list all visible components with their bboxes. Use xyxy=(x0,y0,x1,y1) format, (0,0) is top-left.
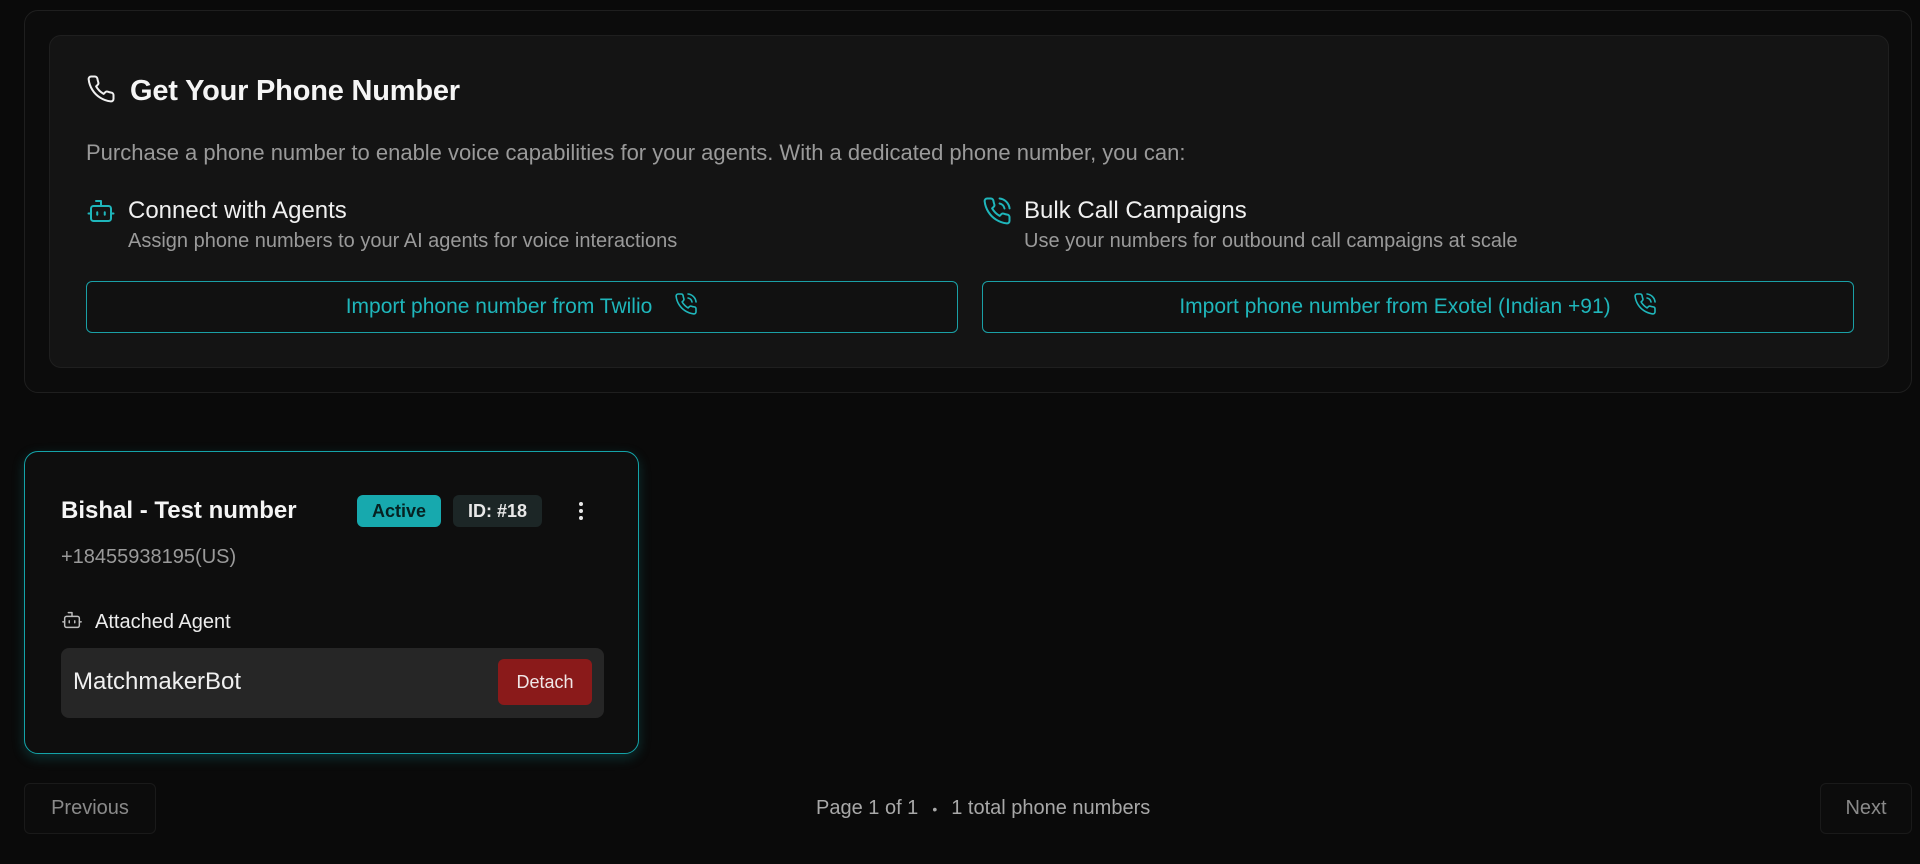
get-phone-number-card: Get Your Phone Number Purchase a phone n… xyxy=(49,35,1889,368)
kebab-dot xyxy=(579,516,583,520)
phone-call-icon xyxy=(674,292,698,322)
feature-bulk-campaigns: Bulk Call Campaigns Use your numbers for… xyxy=(982,196,1518,253)
agent-name: MatchmakerBot xyxy=(73,668,242,695)
phone-call-icon xyxy=(982,196,1012,226)
hero-description: Purchase a phone number to enable voice … xyxy=(86,140,1186,165)
detach-button[interactable]: Detach xyxy=(498,659,592,705)
attached-agent-header: Attached Agent xyxy=(61,609,231,636)
import-exotel-button[interactable]: Import phone number from Exotel (Indian … xyxy=(982,281,1854,333)
previous-button[interactable]: Previous xyxy=(24,783,156,834)
import-exotel-label: Import phone number from Exotel (Indian … xyxy=(1179,295,1611,318)
phone-icon xyxy=(86,74,116,109)
page-indicator: Page 1 of 1 xyxy=(816,797,919,819)
status-badge: Active xyxy=(357,495,442,527)
bot-icon xyxy=(61,609,83,636)
feature-title: Bulk Call Campaigns xyxy=(1024,197,1247,224)
kebab-dot xyxy=(579,509,583,513)
feature-connect-agents: Connect with Agents Assign phone numbers… xyxy=(86,196,677,253)
phone-number-value: +18455938195(US) xyxy=(61,546,237,568)
feature-subtitle: Use your numbers for outbound call campa… xyxy=(1024,230,1518,252)
next-button[interactable]: Next xyxy=(1820,783,1912,834)
hero-title-row: Get Your Phone Number xyxy=(86,74,460,109)
phone-number-name: Bishal - Test number xyxy=(61,497,297,524)
kebab-dot xyxy=(579,502,583,506)
attached-agent-label: Attached Agent xyxy=(95,611,231,633)
phone-number-card[interactable]: Bishal - Test number Active ID: #18 +184… xyxy=(24,451,639,754)
attached-agent-box: MatchmakerBot Detach xyxy=(61,648,604,718)
id-badge: ID: #18 xyxy=(453,495,543,527)
more-options-icon[interactable] xyxy=(569,497,593,525)
import-twilio-label: Import phone number from Twilio xyxy=(345,295,653,318)
feature-title: Connect with Agents xyxy=(128,197,347,224)
page-title: Get Your Phone Number xyxy=(130,75,460,107)
feature-subtitle: Assign phone numbers to your AI agents f… xyxy=(128,230,678,252)
bot-icon xyxy=(86,196,116,226)
get-phone-number-section: Get Your Phone Number Purchase a phone n… xyxy=(24,10,1912,393)
total-count: 1 total phone numbers xyxy=(951,797,1151,819)
phone-call-icon xyxy=(1633,292,1657,322)
separator-dot: • xyxy=(932,800,938,817)
pagination-info: Page 1 of 1 • 1 total phone numbers xyxy=(816,797,1150,820)
import-twilio-button[interactable]: Import phone number from Twilio xyxy=(86,281,958,333)
